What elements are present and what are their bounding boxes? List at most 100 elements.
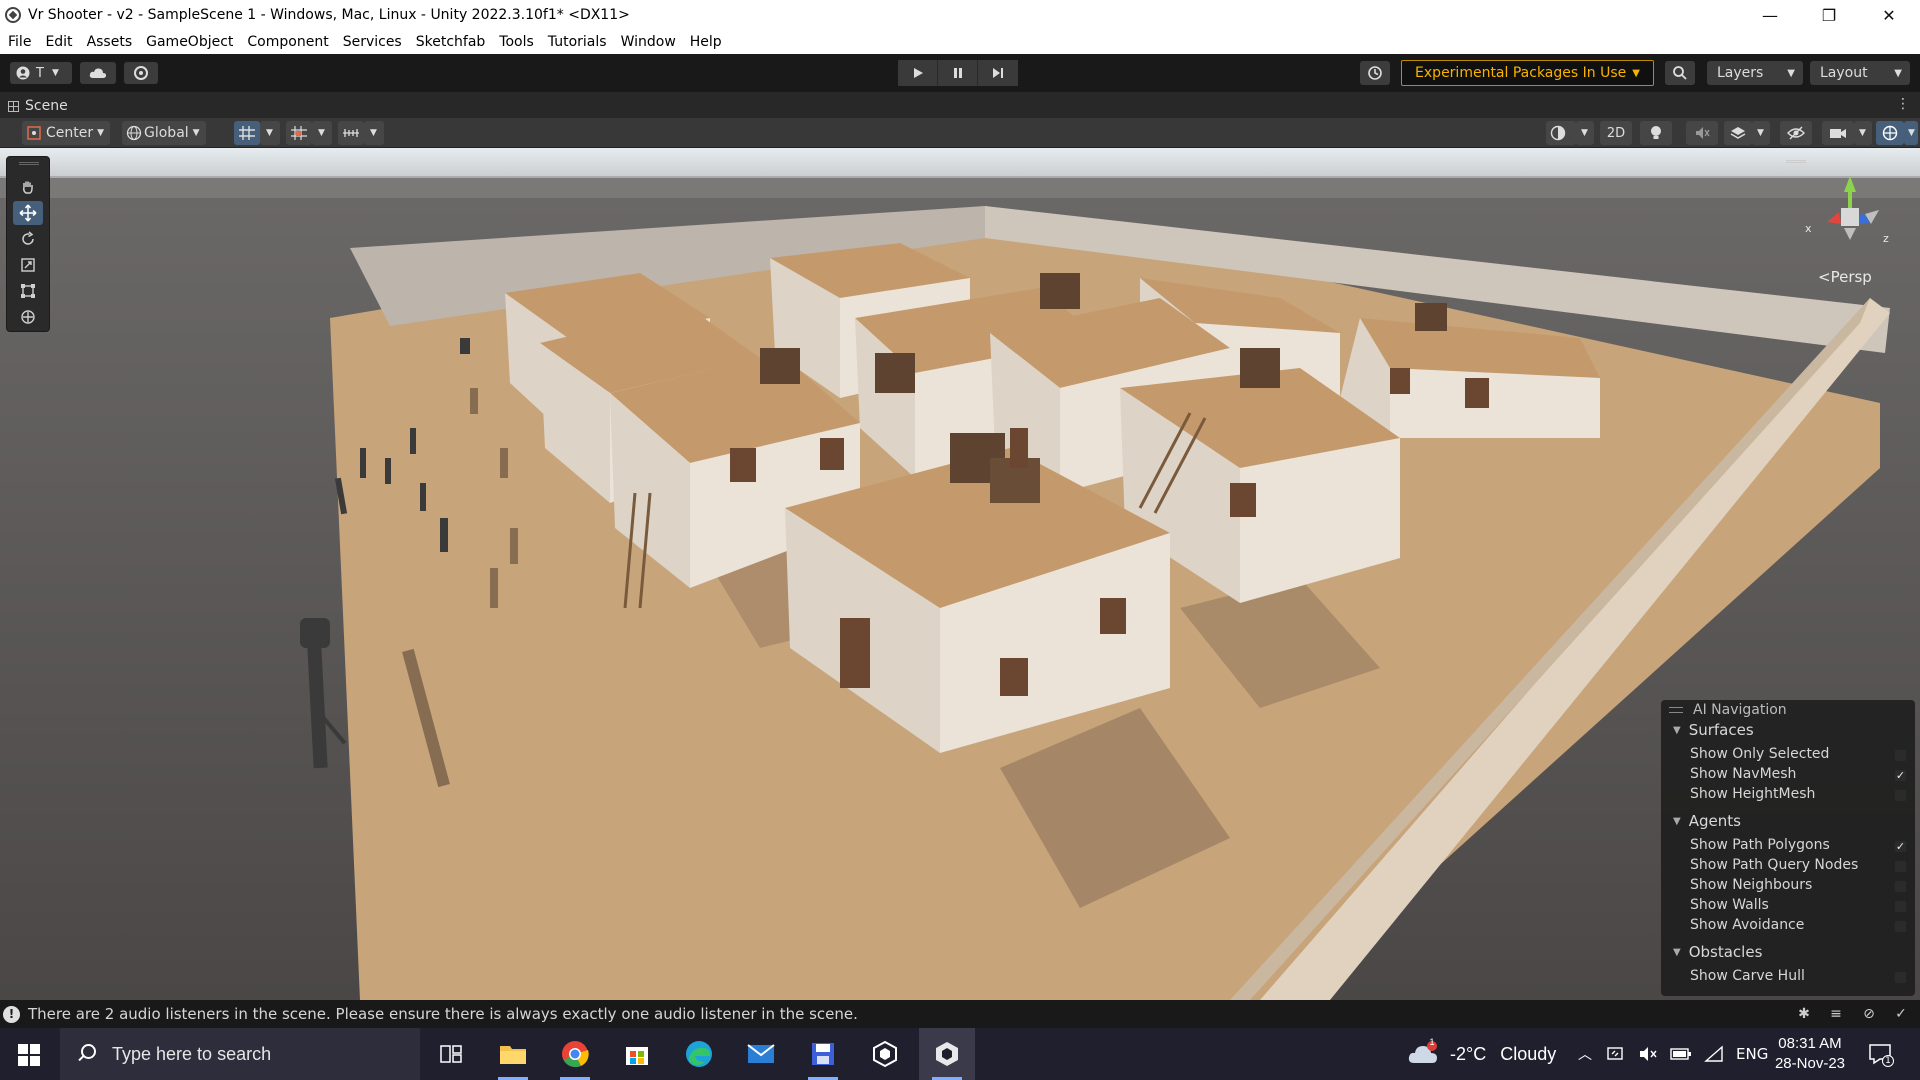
chevron-up-icon[interactable]: ︿ bbox=[1578, 1044, 1592, 1064]
section-obstacles[interactable]: ▼ Obstacles bbox=[1673, 943, 1762, 961]
pivot-mode-dropdown[interactable]: Center ▼ bbox=[22, 121, 110, 145]
checkbox-show-avoidance[interactable] bbox=[1894, 920, 1907, 933]
gizmos-toggle-button[interactable] bbox=[1876, 121, 1904, 145]
taskbar-unity-hub[interactable] bbox=[857, 1028, 913, 1080]
taskbar-chrome[interactable] bbox=[547, 1028, 603, 1080]
experimental-packages-button[interactable]: Experimental Packages In Use ▼ bbox=[1401, 60, 1654, 86]
action-center-button[interactable]: 1 bbox=[1868, 1042, 1894, 1067]
lighting-toggle-button[interactable] bbox=[1640, 121, 1672, 145]
checkbox-show-path-query-nodes[interactable] bbox=[1894, 860, 1907, 873]
progress-stack-icon[interactable]: ≡ bbox=[1827, 1006, 1845, 1024]
weather-widget[interactable]: 1 -2°C Cloudy bbox=[1408, 1028, 1556, 1080]
play-button[interactable] bbox=[898, 60, 938, 86]
orientation-gizmo[interactable]: x z bbox=[1795, 170, 1905, 260]
menu-edit[interactable]: Edit bbox=[45, 34, 72, 50]
menu-tutorials[interactable]: Tutorials bbox=[548, 34, 607, 50]
grid-visibility-button[interactable] bbox=[234, 121, 260, 145]
taskbar-mail[interactable] bbox=[733, 1028, 789, 1080]
start-button[interactable] bbox=[18, 1044, 40, 1066]
tab-scene[interactable]: Scene bbox=[8, 95, 68, 117]
checkbox-show-only-selected[interactable] bbox=[1894, 749, 1907, 762]
taskbar-unity-editor[interactable] bbox=[919, 1028, 975, 1080]
step-button[interactable] bbox=[978, 60, 1018, 86]
checkbox-show-navmesh[interactable]: ✓ bbox=[1894, 769, 1907, 782]
ai-navigation-header[interactable]: AI Navigation bbox=[1669, 700, 1787, 720]
taskbar-edge[interactable] bbox=[671, 1028, 727, 1080]
tool-palette-handle[interactable] bbox=[19, 162, 39, 165]
incremental-snap-button[interactable] bbox=[338, 121, 364, 145]
taskbar-file-explorer[interactable] bbox=[485, 1028, 541, 1080]
checkbox-show-path-polygons[interactable]: ✓ bbox=[1894, 840, 1907, 853]
status-bar[interactable]: ! There are 2 audio listeners in the sce… bbox=[0, 1000, 1920, 1028]
pivot-rotation-dropdown[interactable]: Global ▼ bbox=[122, 121, 206, 145]
input-language[interactable]: ENG bbox=[1736, 1045, 1768, 1063]
section-surfaces[interactable]: ▼ Surfaces bbox=[1673, 721, 1754, 739]
console-message[interactable]: There are 2 audio listeners in the scene… bbox=[28, 1005, 858, 1023]
close-button[interactable]: ✕ bbox=[1860, 0, 1918, 30]
effects-dropdown[interactable]: ▼ bbox=[1752, 121, 1770, 145]
chrome-icon bbox=[562, 1041, 589, 1068]
taskbar-search[interactable]: Type here to search bbox=[60, 1028, 420, 1080]
2d-toggle-button[interactable]: 2D bbox=[1600, 121, 1632, 145]
task-view-button[interactable] bbox=[423, 1028, 479, 1080]
projection-toggle[interactable]: <Persp bbox=[1818, 268, 1872, 286]
snap-increment-button[interactable] bbox=[286, 121, 312, 145]
menu-window[interactable]: Window bbox=[621, 34, 676, 50]
gizmos-dropdown[interactable]: ▼ bbox=[1904, 121, 1918, 145]
move-tool[interactable] bbox=[13, 201, 43, 225]
volume-muted-icon[interactable] bbox=[1638, 1045, 1658, 1063]
battery-icon[interactable] bbox=[1670, 1047, 1692, 1061]
restore-button[interactable]: ❐ bbox=[1800, 0, 1858, 30]
transform-tool[interactable] bbox=[13, 305, 43, 329]
debug-bug-icon[interactable]: ✱ bbox=[1795, 1006, 1813, 1024]
more-options-icon[interactable]: ⋮ bbox=[1896, 96, 1910, 112]
scale-tool[interactable] bbox=[13, 253, 43, 277]
collab-button[interactable] bbox=[124, 62, 158, 84]
gizmo-drag-handle[interactable] bbox=[1786, 160, 1806, 163]
hidden-objects-toggle-button[interactable] bbox=[1780, 121, 1812, 145]
checkmark-circle-icon[interactable]: ✓ bbox=[1892, 1006, 1910, 1024]
rotate-tool[interactable] bbox=[13, 227, 43, 251]
layers-dropdown[interactable]: Layers ▼ bbox=[1707, 61, 1803, 85]
account-dropdown[interactable]: T ▼ bbox=[10, 62, 72, 84]
checkbox-show-carve-hull[interactable] bbox=[1894, 971, 1907, 984]
audio-toggle-button[interactable] bbox=[1686, 121, 1718, 145]
rect-tool[interactable] bbox=[13, 279, 43, 303]
layout-dropdown[interactable]: Layout ▼ bbox=[1810, 61, 1910, 85]
snap-options-dropdown[interactable]: ▼ bbox=[312, 121, 332, 145]
checkbox-show-heightmesh[interactable] bbox=[1894, 789, 1907, 802]
scene-viewport[interactable] bbox=[0, 148, 1920, 1000]
minimize-button[interactable]: — bbox=[1741, 0, 1799, 30]
menu-tools[interactable]: Tools bbox=[499, 34, 534, 50]
draw-mode-dropdown[interactable]: ▼ bbox=[1576, 121, 1594, 145]
chevron-down-icon: ▼ bbox=[370, 128, 377, 138]
wifi-icon[interactable] bbox=[1704, 1045, 1724, 1063]
taskbar-store[interactable] bbox=[609, 1028, 665, 1080]
menu-gameobject[interactable]: GameObject bbox=[146, 34, 233, 50]
menu-assets[interactable]: Assets bbox=[87, 34, 133, 50]
hand-tool[interactable] bbox=[13, 175, 43, 199]
search-button[interactable] bbox=[1665, 61, 1695, 85]
menu-component[interactable]: Component bbox=[247, 34, 328, 50]
checkbox-show-neighbours[interactable] bbox=[1894, 880, 1907, 893]
cache-server-icon[interactable]: ⊘ bbox=[1860, 1006, 1878, 1024]
section-agents[interactable]: ▼ Agents bbox=[1673, 812, 1741, 830]
draw-mode-button[interactable] bbox=[1546, 121, 1576, 145]
grid-options-dropdown[interactable]: ▼ bbox=[260, 121, 280, 145]
checkbox-show-walls[interactable] bbox=[1894, 900, 1907, 913]
network-device-icon[interactable] bbox=[1606, 1045, 1626, 1063]
camera-settings-button[interactable] bbox=[1822, 121, 1854, 145]
taskbar-save-app[interactable] bbox=[795, 1028, 851, 1080]
menu-help[interactable]: Help bbox=[690, 34, 722, 50]
task-view-icon bbox=[440, 1045, 462, 1063]
effects-toggle-button[interactable] bbox=[1724, 121, 1752, 145]
increment-options-dropdown[interactable]: ▼ bbox=[364, 121, 384, 145]
undo-history-button[interactable] bbox=[1360, 61, 1390, 85]
camera-dropdown[interactable]: ▼ bbox=[1854, 121, 1872, 145]
menu-file[interactable]: File bbox=[8, 34, 31, 50]
cloud-button[interactable] bbox=[80, 62, 116, 84]
pause-button[interactable] bbox=[938, 60, 978, 86]
menu-services[interactable]: Services bbox=[343, 34, 402, 50]
taskbar-clock[interactable]: 08:31 AM 28-Nov-23 bbox=[1770, 1034, 1850, 1074]
menu-sketchfab[interactable]: Sketchfab bbox=[416, 34, 486, 50]
